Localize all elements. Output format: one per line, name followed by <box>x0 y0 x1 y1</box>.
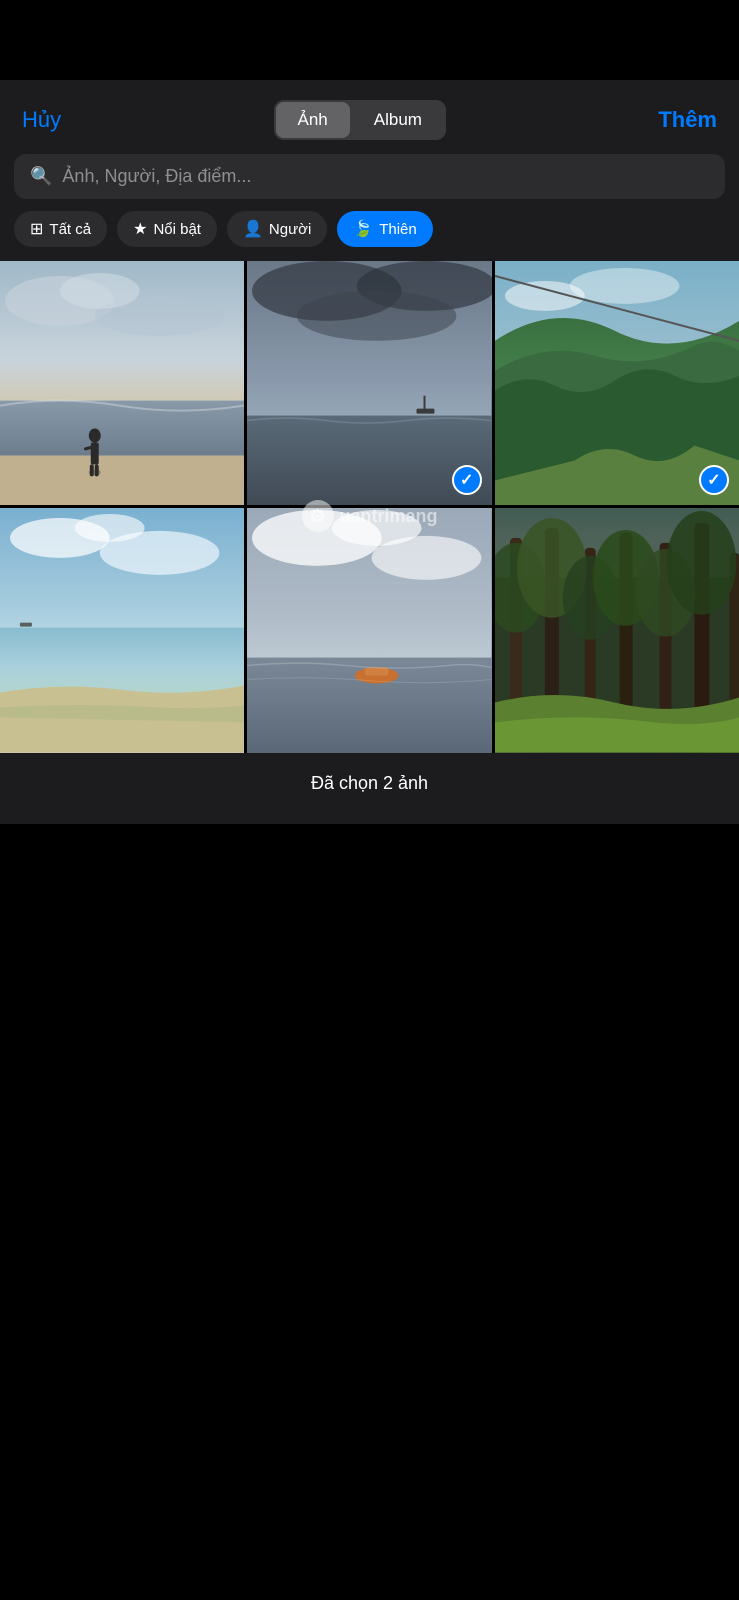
selection-status: Đã chọn 2 ảnh <box>311 773 428 793</box>
filter-tabs: ⊞ Tất cả ★ Nổi bật 👤 Người 🍃 Thiên <box>0 211 739 261</box>
photo-1-svg <box>0 261 244 505</box>
photo-cell-4[interactable] <box>0 508 244 752</box>
filter-featured-button[interactable]: ★ Nổi bật <box>117 211 217 247</box>
filter-all-button[interactable]: ⊞ Tất cả <box>14 211 107 247</box>
photo-2-checkmark <box>452 465 482 495</box>
leaf-icon: 🍃 <box>353 219 373 239</box>
photo-2-svg <box>247 261 491 505</box>
filter-people-label: Người <box>269 221 311 238</box>
search-bar[interactable]: 🔍 Ảnh, Người, Địa điểm... <box>14 154 725 199</box>
photo-cell-3[interactable] <box>495 261 739 505</box>
photo-cell-1[interactable] <box>0 261 244 505</box>
star-icon: ★ <box>133 219 147 239</box>
search-icon: 🔍 <box>30 166 52 187</box>
filter-all-label: Tất cả <box>49 221 91 238</box>
filter-nature-button[interactable]: 🍃 Thiên <box>337 211 432 247</box>
photo-cell-2[interactable] <box>247 261 491 505</box>
photo-4-svg <box>0 508 244 752</box>
photo-grid <box>0 261 739 753</box>
person-icon: 👤 <box>243 219 263 239</box>
segment-album-button[interactable]: Album <box>352 102 444 138</box>
photo-6-svg <box>495 508 739 752</box>
filter-featured-label: Nổi bật <box>153 221 201 238</box>
photo-cell-5[interactable] <box>247 508 491 752</box>
photo-5-svg <box>247 508 491 752</box>
grid-icon: ⊞ <box>30 219 43 239</box>
add-button[interactable]: Thêm <box>658 107 717 133</box>
cancel-button[interactable]: Hủy <box>22 107 61 133</box>
photo-cell-6[interactable] <box>495 508 739 752</box>
photo-picker-sheet: Hủy Ảnh Album Thêm 🔍 Ảnh, Người, Địa điể… <box>0 80 739 824</box>
filter-nature-label: Thiên <box>379 221 417 238</box>
filter-people-button[interactable]: 👤 Người <box>227 211 327 247</box>
status-bar <box>0 0 739 80</box>
segment-photo-button[interactable]: Ảnh <box>276 102 350 138</box>
segment-control: Ảnh Album <box>274 100 446 140</box>
search-input[interactable]: Ảnh, Người, Địa điểm... <box>62 166 251 187</box>
bottom-bar: Đã chọn 2 ảnh <box>0 753 739 824</box>
header: Hủy Ảnh Album Thêm <box>0 80 739 154</box>
